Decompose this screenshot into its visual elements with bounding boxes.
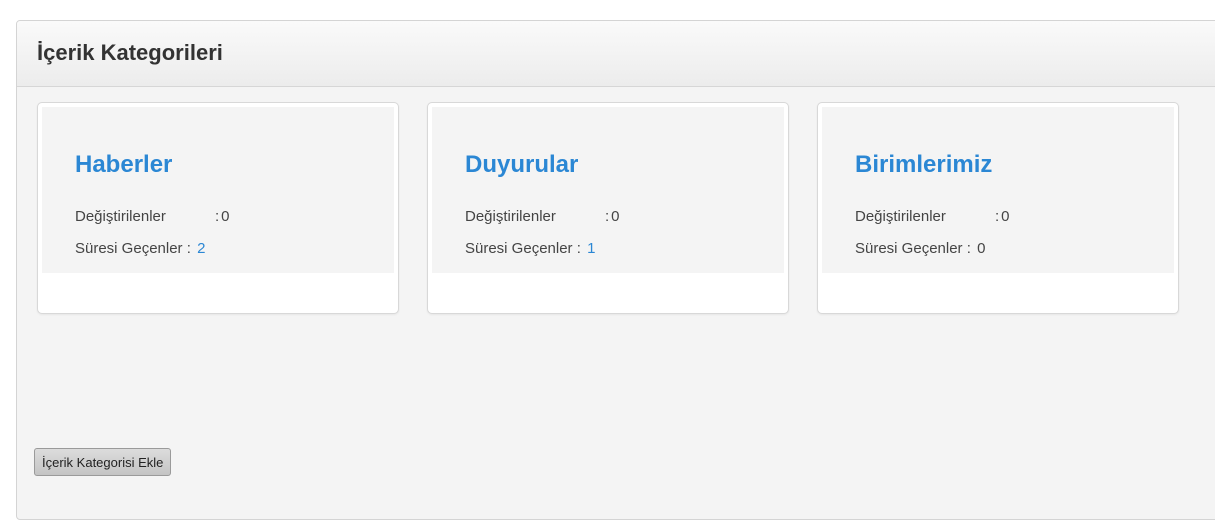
modified-count: 0 (611, 208, 620, 225)
modified-label: Değiştirilenler (855, 208, 946, 225)
modified-stat: Değiştirilenler:0 (465, 201, 784, 233)
expired-label: Süresi Geçenler (75, 240, 183, 257)
modified-label: Değiştirilenler (75, 208, 166, 225)
panel-header: İçerik Kategorileri (17, 21, 1215, 87)
expired-stat: Süresi Geçenler : 0 (855, 233, 1174, 265)
expired-count-link[interactable]: 1 (587, 240, 595, 257)
card-body: Birimlerimiz Değiştirilenler:0 Süresi Ge… (822, 107, 1174, 273)
add-content-category-button[interactable]: İçerik Kategorisi Ekle (34, 448, 172, 476)
card-body: Duyurular Değiştirilenler:0 Süresi Geçen… (432, 107, 784, 273)
expired-count: 0 (977, 240, 986, 257)
modified-count: 0 (221, 208, 230, 225)
modified-stat: Değiştirilenler:0 (75, 201, 394, 233)
expired-stat: Süresi Geçenler : 1 (465, 233, 784, 265)
expired-label: Süresi Geçenler (855, 240, 963, 257)
expired-label: Süresi Geçenler (465, 240, 573, 257)
category-title-link[interactable]: Birimlerimiz (855, 151, 992, 179)
modified-stat: Değiştirilenler:0 (855, 201, 1174, 233)
expired-count-link[interactable]: 2 (197, 240, 205, 257)
modified-count: 0 (1001, 208, 1010, 225)
card-body: Haberler Değiştirilenler:0 Süresi Geçenl… (42, 107, 394, 273)
page-title: İçerik Kategorileri (37, 40, 223, 65)
category-title-link[interactable]: Duyurular (465, 151, 578, 179)
category-card-haberler: Haberler Değiştirilenler:0 Süresi Geçenl… (37, 102, 399, 314)
modified-label: Değiştirilenler (465, 208, 556, 225)
category-cards: Haberler Değiştirilenler:0 Süresi Geçenl… (37, 102, 1179, 314)
category-card-birimlerimiz: Birimlerimiz Değiştirilenler:0 Süresi Ge… (817, 102, 1179, 314)
category-title-link[interactable]: Haberler (75, 151, 172, 179)
category-card-duyurular: Duyurular Değiştirilenler:0 Süresi Geçen… (427, 102, 789, 314)
expired-stat: Süresi Geçenler : 2 (75, 233, 394, 265)
